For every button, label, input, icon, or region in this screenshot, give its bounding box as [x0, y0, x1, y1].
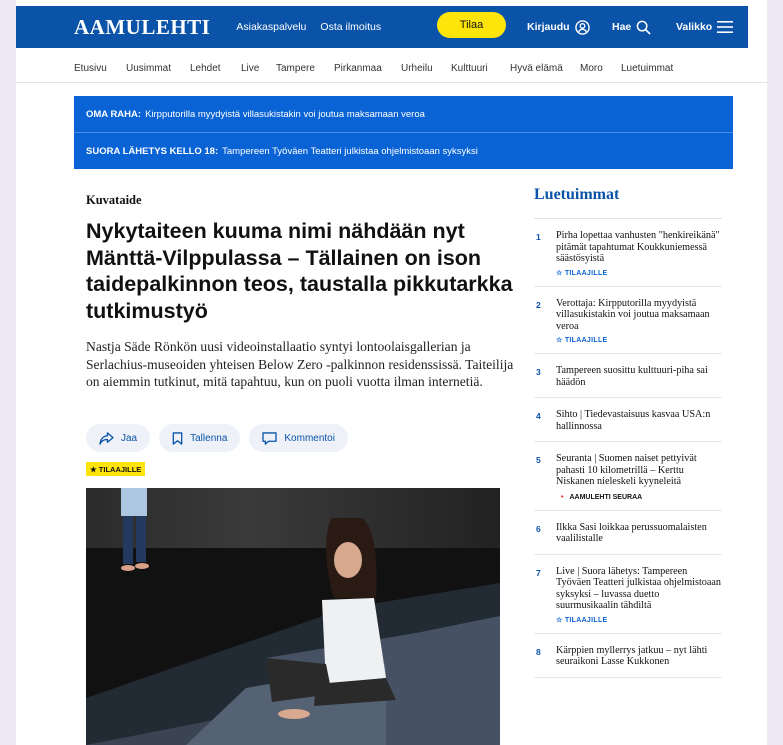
- live-follow-tag: • AAMULEHTI SEURAA: [556, 494, 722, 501]
- item-headline: Verottaja: Kirpputorilla myydyistä villa…: [556, 297, 710, 332]
- alert-banner[interactable]: OMA RAHA: Kirpputorilla myydyistä villas…: [74, 96, 733, 132]
- item-headline: Live | Suora lähetys: Tampereen Työväen …: [556, 565, 722, 612]
- most-read-item[interactable]: 1 Pirha lopettaa vanhusten "henkireikänä…: [534, 219, 722, 287]
- search-icon: [636, 20, 651, 35]
- share-label: Jaa: [121, 432, 138, 444]
- page: AAMULEHTI Asiakaspalvelu Osta ilmoitus T…: [16, 0, 767, 745]
- most-read-item[interactable]: 2 Verottaja: Kirpputorilla myydyistä vil…: [534, 287, 722, 354]
- comment-button[interactable]: Kommentoi: [249, 424, 348, 452]
- live-dot-icon: •: [561, 493, 564, 501]
- subscriber-tag: ☆ TILAAJILLE: [556, 269, 608, 277]
- alert-text: Kirpputorilla myydyistä villasukistakin …: [145, 108, 425, 120]
- article-kicker[interactable]: Kuvataide: [86, 193, 142, 208]
- nav-item-etusivu[interactable]: Etusivu: [74, 63, 107, 74]
- nav-item-lehdet[interactable]: Lehdet: [190, 63, 221, 74]
- item-rank: 4: [536, 411, 541, 421]
- item-headline: Seuranta | Suomen naiset pettyivät pahas…: [556, 453, 697, 487]
- most-read-item[interactable]: 6 Ilkka Sasi loikkaa perussuomalaisten v…: [534, 511, 722, 555]
- nav-item-live[interactable]: Live: [241, 63, 259, 74]
- save-label: Tallenna: [190, 432, 228, 444]
- alert-banner[interactable]: SUORA LÄHETYS KELLO 18: Tampereen Työväe…: [74, 133, 733, 169]
- alert-label: SUORA LÄHETYS KELLO 18:: [86, 145, 219, 157]
- share-icon: [99, 431, 114, 445]
- most-read-item[interactable]: 7 Live | Suora lähetys: Tampereen Työväe…: [534, 555, 722, 634]
- article-photo[interactable]: [86, 488, 500, 745]
- subscribe-button[interactable]: Tilaa: [437, 12, 506, 38]
- search-button[interactable]: Hae: [612, 6, 651, 48]
- article-actions: Jaa Tallenna Kommentoi: [86, 424, 357, 452]
- most-read-item[interactable]: 4 Sihto | Tiedevastaisuus kasvaa USA:n h…: [534, 398, 722, 442]
- item-rank: 6: [536, 523, 541, 534]
- subscriber-tag: ☆ TILAAJILLE: [556, 337, 608, 344]
- most-read-item[interactable]: 8 Kärppien myllerrys jatkuu – nyt lähti …: [534, 634, 722, 678]
- search-label: Hae: [612, 21, 632, 33]
- share-button[interactable]: Jaa: [86, 424, 151, 452]
- save-button[interactable]: Tallenna: [159, 424, 241, 452]
- login-button[interactable]: Kirjaudu: [527, 6, 590, 48]
- item-rank: 5: [536, 455, 541, 465]
- hamburger-icon: [717, 21, 734, 33]
- alert-label: OMA RAHA:: [86, 108, 142, 120]
- nav-item-luetuimmat[interactable]: Luetuimmat: [621, 63, 673, 74]
- nav-item-hyva-elama[interactable]: Hyvä elämä: [510, 63, 563, 74]
- nav-divider: [16, 82, 767, 83]
- nav-item-pirkanmaa[interactable]: Pirkanmaa: [334, 63, 382, 74]
- top-bar: AAMULEHTI Asiakaspalvelu Osta ilmoitus T…: [16, 6, 748, 48]
- item-rank: 8: [536, 646, 541, 657]
- item-headline: Kärppien myllerrys jatkuu – nyt lähti se…: [556, 644, 708, 668]
- photo-illustration: [86, 488, 500, 745]
- nav-item-kulttuuri[interactable]: Kulttuuri: [451, 63, 488, 74]
- subscriber-tag: ☆ TILAAJILLE: [556, 616, 608, 624]
- comment-label: Kommentoi: [284, 432, 335, 444]
- comment-icon: [262, 431, 278, 445]
- nav-item-urheilu[interactable]: Urheilu: [401, 63, 433, 74]
- buy-ad-link[interactable]: Osta ilmoitus: [320, 21, 381, 33]
- nav-item-moro[interactable]: Moro: [580, 63, 603, 74]
- item-rank: 1: [536, 232, 541, 242]
- most-read-item[interactable]: 5 Seuranta | Suomen naiset pettyivät pah…: [534, 442, 722, 511]
- nav-item-uusimmat[interactable]: Uusimmat: [126, 63, 171, 74]
- item-rank: 7: [536, 567, 541, 578]
- section-nav: Etusivu Uusimmat Lehdet Live Tampere Pir…: [16, 57, 767, 79]
- live-follow-label: AAMULEHTI SEURAA: [569, 493, 643, 501]
- most-read-sidebar: Luetuimmat 1 Pirha lopettaa vanhusten "h…: [534, 186, 722, 678]
- site-logo[interactable]: AAMULEHTI: [74, 15, 210, 40]
- most-read-item[interactable]: 3 Tampereen suosittu kulttuuri-piha sai …: [534, 354, 722, 398]
- bookmark-icon: [172, 431, 183, 445]
- article-headline: Nykytaiteen kuuma nimi nähdään nyt Mäntt…: [86, 219, 513, 323]
- user-icon: [574, 19, 590, 35]
- item-rank: 3: [536, 367, 541, 377]
- menu-button[interactable]: Valikko: [676, 6, 734, 48]
- news-alerts: OMA RAHA: Kirpputorilla myydyistä villas…: [74, 96, 733, 169]
- item-headline: Tampereen suosittu kulttuuri-piha sai hä…: [556, 365, 708, 388]
- alert-text: Tampereen Työväen Teatteri julkistaa ohj…: [222, 145, 478, 157]
- customer-service-link[interactable]: Asiakaspalvelu: [236, 21, 306, 33]
- login-label: Kirjaudu: [527, 21, 570, 33]
- item-headline: Ilkka Sasi loikkaa perussuomalaisten vaa…: [556, 521, 707, 545]
- menu-label: Valikko: [676, 21, 713, 33]
- item-rank: 2: [536, 299, 541, 310]
- item-headline: Pirha lopettaa vanhusten "henkireikänä" …: [556, 230, 720, 264]
- subscriber-badge: ★ TILAAJILLE: [86, 462, 146, 476]
- article-lead: Nastja Säde Rönkön uusi videoinstallaati…: [86, 339, 514, 389]
- item-headline: Sihto | Tiedevastaisuus kasvaa USA:n hal…: [556, 409, 711, 432]
- nav-item-tampere[interactable]: Tampere: [276, 63, 315, 74]
- sidebar-title[interactable]: Luetuimmat: [534, 186, 722, 216]
